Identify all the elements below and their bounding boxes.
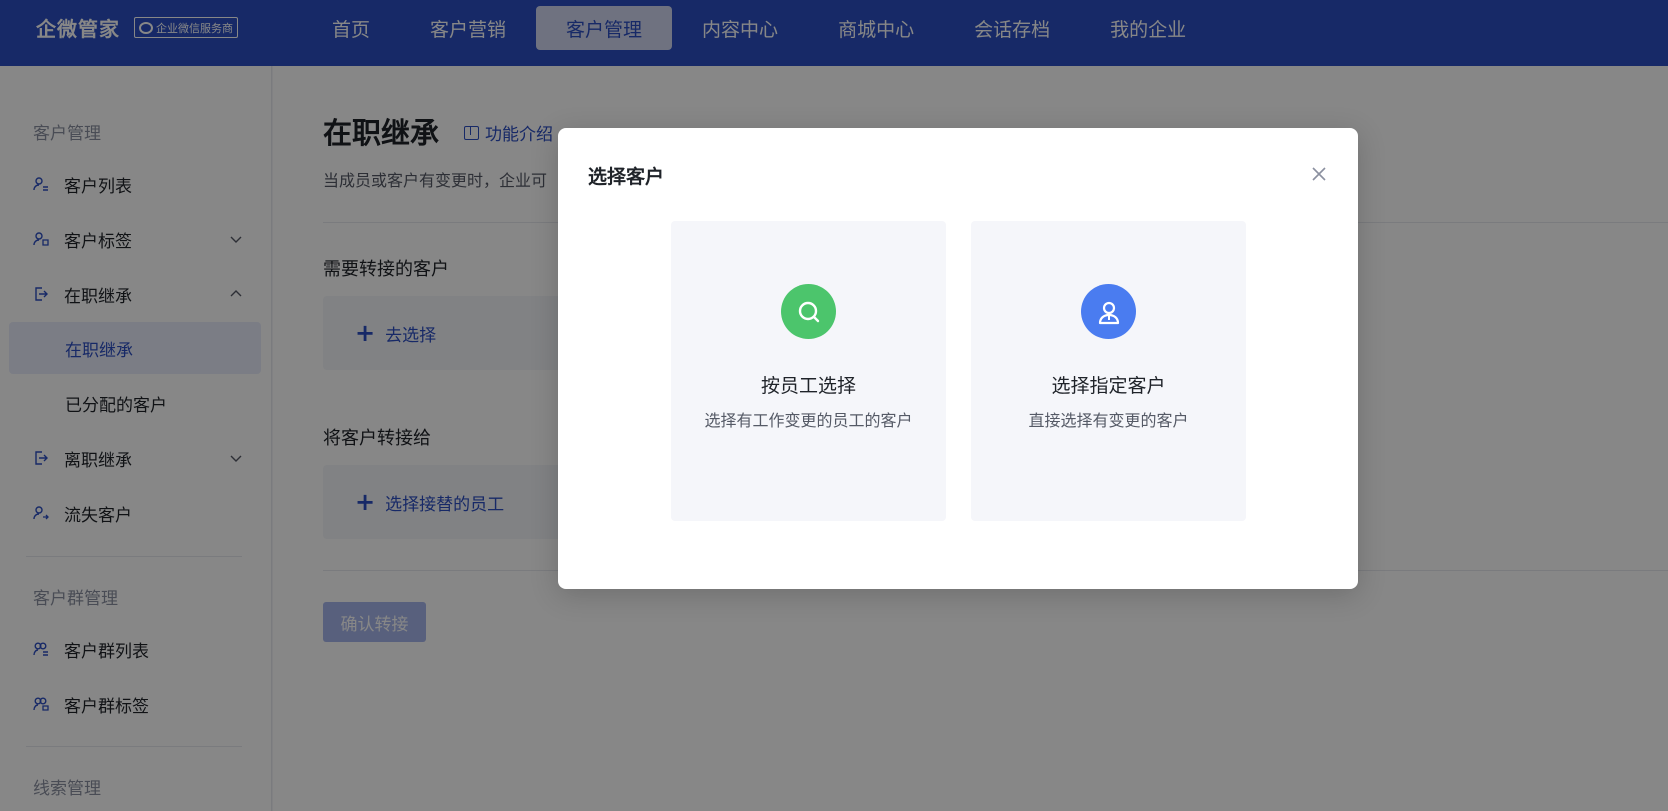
option-title: 选择指定客户 bbox=[1051, 375, 1166, 397]
user-icon bbox=[1081, 284, 1136, 339]
select-customer-modal: 选择客户 按员工选择 选择有工作变更的员工的客户 选择指定客户 直接选择有变更的… bbox=[558, 128, 1358, 589]
option-by-employee[interactable]: 按员工选择 选择有工作变更的员工的客户 bbox=[671, 221, 946, 521]
option-specific-customer[interactable]: 选择指定客户 直接选择有变更的客户 bbox=[971, 221, 1246, 521]
option-title: 按员工选择 bbox=[760, 375, 856, 397]
option-description: 直接选择有变更的客户 bbox=[1028, 411, 1189, 430]
modal-title: 选择客户 bbox=[588, 166, 665, 188]
search-icon bbox=[781, 284, 836, 339]
close-icon[interactable] bbox=[1309, 164, 1329, 184]
option-description: 选择有工作变更的员工的客户 bbox=[704, 411, 913, 430]
